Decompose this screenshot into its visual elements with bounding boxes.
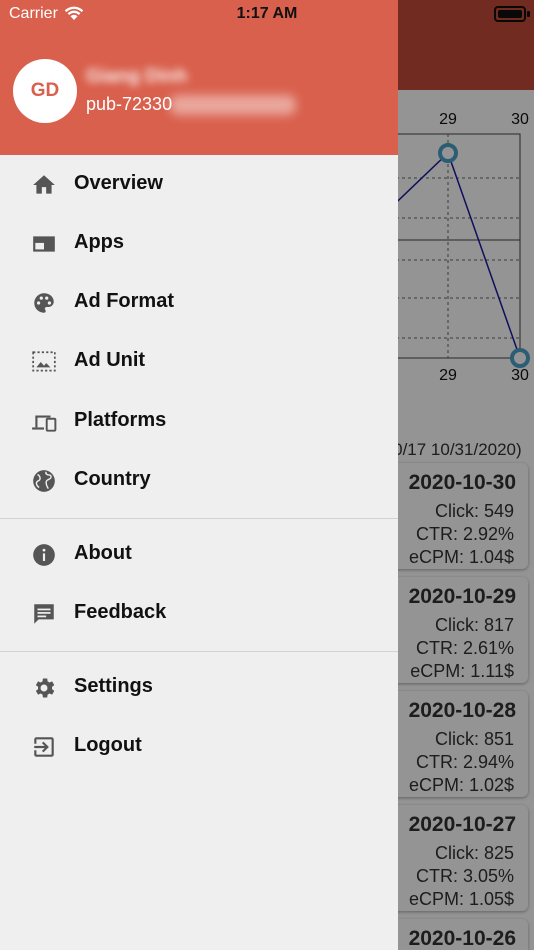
apps-icon: [30, 231, 58, 257]
menu-item-overview[interactable]: Overview: [0, 156, 398, 212]
menu-item-label: Settings: [74, 675, 153, 697]
menu-item-label: Logout: [74, 734, 142, 756]
menu-item-country[interactable]: Country: [0, 452, 398, 508]
status-bar: Carrier 1:17 AM: [0, 0, 534, 28]
menu-item-settings[interactable]: Settings: [0, 659, 398, 715]
devices-icon: [30, 409, 58, 435]
info-icon: [30, 542, 58, 568]
status-time: 1:17 AM: [236, 5, 298, 22]
home-icon: [30, 172, 58, 198]
publisher-id-redaction: [170, 95, 296, 115]
menu-item-label: Ad Format: [74, 290, 174, 312]
gear-icon: [30, 675, 58, 701]
feedback-icon: [30, 601, 58, 627]
menu-item-ad-format[interactable]: Ad Format: [0, 274, 398, 330]
menu-item-label: Country: [74, 468, 151, 490]
menu-divider: [0, 518, 398, 519]
menu-item-platforms[interactable]: Platforms: [0, 393, 398, 449]
logout-icon: [30, 734, 58, 760]
globe-icon: [30, 468, 58, 494]
menu-item-logout[interactable]: Logout: [0, 718, 398, 774]
avatar[interactable]: GD: [13, 59, 77, 123]
menu-item-label: About: [74, 542, 132, 564]
menu-item-apps[interactable]: Apps: [0, 215, 398, 271]
menu-item-label: Platforms: [74, 409, 167, 431]
user-name: Giang Dinh: [86, 66, 188, 87]
menu-item-label: Apps: [74, 231, 124, 253]
menu-item-label: Feedback: [74, 601, 167, 623]
menu-item-ad-unit[interactable]: Ad Unit: [0, 333, 398, 389]
menu-divider: [0, 651, 398, 652]
publisher-id: pub-72330: [86, 94, 173, 114]
palette-icon: [30, 290, 58, 316]
menu-item-feedback[interactable]: Feedback: [0, 585, 398, 641]
navigation-drawer: GD Giang Dinh pub-72330 Overview Apps Ad…: [0, 0, 398, 950]
menu-item-about[interactable]: About: [0, 526, 398, 582]
menu-item-label: Ad Unit: [74, 349, 146, 371]
menu-item-label: Overview: [74, 172, 163, 194]
ad-unit-icon: [30, 349, 58, 375]
